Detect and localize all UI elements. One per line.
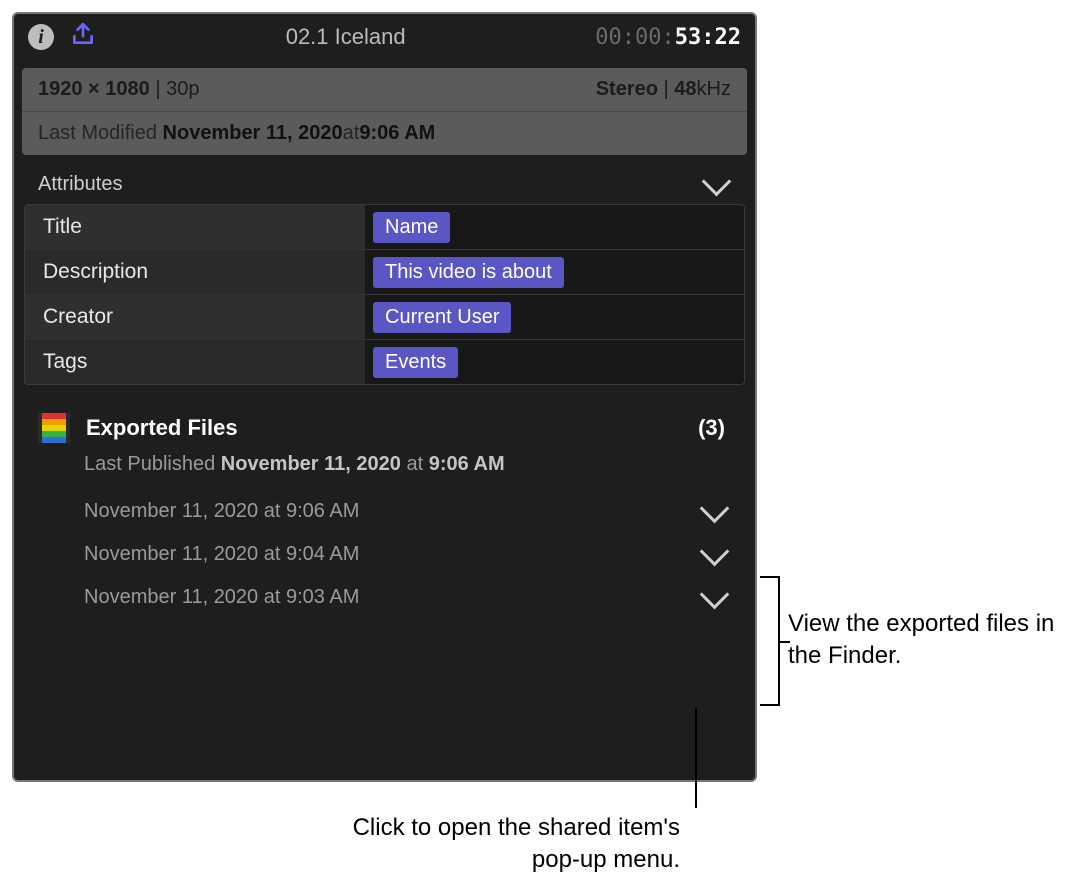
last-modified-row: Last Modified November 11, 2020 at 9:06 … xyxy=(22,112,747,155)
inspector-panel: i 02.1 Iceland 00:00:53:22 1920 × 1080 |… xyxy=(12,12,757,782)
attr-token[interactable]: Name xyxy=(373,212,450,243)
inspector-topbar: i 02.1 Iceland 00:00:53:22 xyxy=(14,14,755,60)
clip-title: 02.1 Iceland xyxy=(112,24,579,50)
exported-item-date: November 11, 2020 at 9:04 AM xyxy=(84,543,359,566)
attr-label: Title xyxy=(25,205,365,249)
media-info-banner: 1920 × 1080 | 30p Stereo | 48kHz Last Mo… xyxy=(22,68,747,155)
attr-token[interactable]: Events xyxy=(373,347,458,378)
media-format-row: 1920 × 1080 | 30p Stereo | 48kHz xyxy=(22,68,747,112)
info-icon[interactable]: i xyxy=(28,24,54,50)
resolution: 1920 × 1080 | 30p xyxy=(38,78,199,101)
exported-files-section: Exported Files (3) Last Published Novemb… xyxy=(14,403,755,619)
attr-label: Description xyxy=(25,250,365,294)
film-icon xyxy=(38,413,70,443)
attr-token[interactable]: This video is about xyxy=(373,257,564,288)
timecode-dim: 00:00: xyxy=(595,25,674,50)
attr-label: Creator xyxy=(25,295,365,339)
chevron-down-icon[interactable] xyxy=(700,537,730,567)
exported-count: (3) xyxy=(698,415,731,441)
attr-token[interactable]: Current User xyxy=(373,302,511,333)
timecode-bright: 53:22 xyxy=(675,25,741,50)
exported-item[interactable]: November 11, 2020 at 9:06 AM xyxy=(14,490,755,533)
chevron-down-icon[interactable] xyxy=(700,494,730,524)
attributes-label: Attributes xyxy=(38,173,122,196)
share-icon[interactable] xyxy=(70,21,96,54)
exported-files-header[interactable]: Exported Files (3) xyxy=(14,409,755,449)
attr-row-description: Description This video is about xyxy=(25,249,744,294)
callout-right: View the exported files in the Finder. xyxy=(788,608,1058,673)
attr-row-creator: Creator Current User xyxy=(25,294,744,339)
last-published-row: Last Published November 11, 2020 at 9:06… xyxy=(14,449,755,490)
exported-item-date: November 11, 2020 at 9:06 AM xyxy=(84,500,359,523)
attr-value-cell[interactable]: Name xyxy=(365,205,744,249)
exported-title: Exported Files xyxy=(86,415,682,441)
chevron-down-icon[interactable] xyxy=(700,580,730,610)
attr-label: Tags xyxy=(25,340,365,384)
attr-row-tags: Tags Events xyxy=(25,339,744,384)
exported-item-date: November 11, 2020 at 9:03 AM xyxy=(84,586,359,609)
attributes-table: Title Name Description This video is abo… xyxy=(24,204,745,385)
chevron-down-icon xyxy=(702,167,732,197)
attr-value-cell[interactable]: This video is about xyxy=(365,250,744,294)
attr-value-cell[interactable]: Events xyxy=(365,340,744,384)
exported-item[interactable]: November 11, 2020 at 9:04 AM xyxy=(14,533,755,576)
audio-format: Stereo | 48kHz xyxy=(596,78,731,101)
attr-value-cell[interactable]: Current User xyxy=(365,295,744,339)
attr-row-title: Title Name xyxy=(25,205,744,249)
callout-bracket xyxy=(760,576,780,706)
attributes-header[interactable]: Attributes xyxy=(14,163,755,204)
timecode: 00:00:53:22 xyxy=(595,25,741,50)
callout-pointer xyxy=(695,708,697,808)
callout-bottom: Click to open the shared item's pop-up m… xyxy=(340,812,680,877)
exported-item[interactable]: November 11, 2020 at 9:03 AM xyxy=(14,576,755,619)
